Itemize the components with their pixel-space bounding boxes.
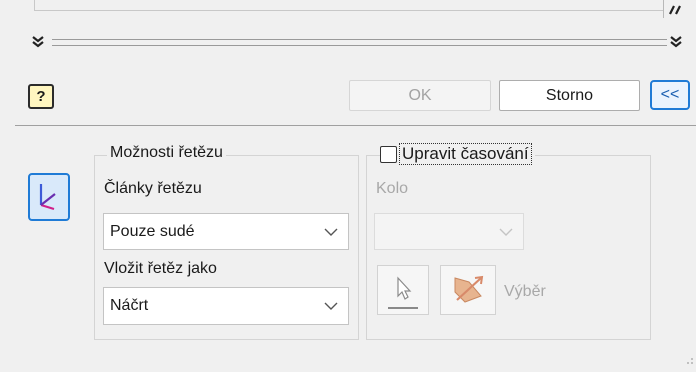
chevron-down-icon xyxy=(324,297,338,315)
chain-links-label: Články řetězu xyxy=(104,180,202,197)
collapse-icon: << xyxy=(660,86,680,103)
insert-chain-label: Vložit řetěz jako xyxy=(104,260,217,277)
help-icon: ? xyxy=(36,88,46,105)
adjust-timing-checkbox[interactable] xyxy=(380,145,397,163)
chain-tool-button[interactable] xyxy=(28,173,70,221)
upper-panel-divider xyxy=(663,0,664,18)
insert-chain-select[interactable]: Náčrt xyxy=(103,287,349,325)
cancel-label: Storno xyxy=(545,86,594,104)
chain-axis-icon xyxy=(39,184,56,211)
divider-line xyxy=(52,45,667,46)
adjust-timing-label: Upravit časování xyxy=(399,143,532,165)
resize-grip-icon[interactable] xyxy=(684,352,694,372)
chevron-down-icon xyxy=(324,223,338,241)
section-separator xyxy=(15,125,696,126)
selection-filter-button[interactable] xyxy=(440,265,496,315)
chain-options-title: Možnosti řetězu xyxy=(107,144,226,162)
expand-down-icon[interactable] xyxy=(668,34,684,54)
divider-line xyxy=(52,39,667,40)
chain-links-select[interactable]: Pouze sudé xyxy=(103,213,349,250)
cancel-button[interactable]: Storno xyxy=(499,80,640,111)
chain-links-value: Pouze sudé xyxy=(110,222,195,240)
adjust-timing-toggle[interactable]: Upravit časování xyxy=(380,143,535,165)
expand-down-icon[interactable] xyxy=(30,34,46,54)
insert-chain-value: Náčrt xyxy=(110,297,149,314)
selection-label: Výběr xyxy=(504,283,546,300)
cursor-icon xyxy=(388,276,418,309)
collapse-button[interactable]: << xyxy=(650,80,690,110)
ok-label: OK xyxy=(408,86,432,104)
round-select[interactable] xyxy=(374,213,524,250)
ok-button[interactable]: OK xyxy=(349,80,491,111)
chevron-double-right-icon[interactable] xyxy=(668,2,684,18)
round-label: Kolo xyxy=(376,180,409,197)
upper-list-panel xyxy=(34,0,664,11)
select-pointer-button[interactable] xyxy=(377,265,429,315)
selection-filter-icon xyxy=(454,275,484,303)
chevron-down-icon xyxy=(499,223,513,241)
help-button[interactable]: ? xyxy=(28,84,54,109)
